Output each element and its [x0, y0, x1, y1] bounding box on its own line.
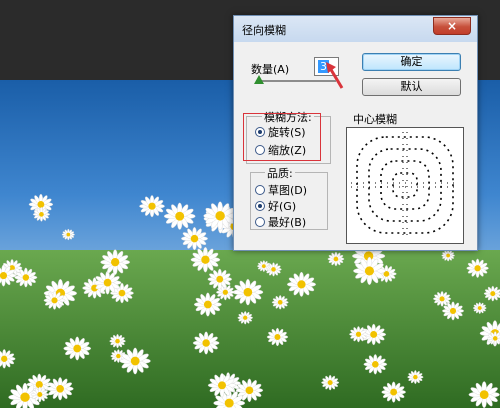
daisy-flower: [163, 202, 196, 230]
daisy-flower: [61, 228, 75, 241]
close-icon: ×: [446, 19, 458, 33]
radio-good[interactable]: [255, 201, 265, 211]
method-zoom-label: 缩放(Z): [268, 144, 307, 157]
quality-option-draft[interactable]: 草图(D): [255, 182, 308, 197]
quality-good-label: 好(G): [268, 200, 297, 213]
ok-button[interactable]: 确定: [362, 53, 461, 71]
amount-slider-track[interactable]: [256, 80, 336, 82]
method-option-zoom[interactable]: 缩放(Z): [255, 142, 307, 157]
method-option-spin[interactable]: 旋转(S): [255, 124, 306, 139]
daisy-flower: [181, 227, 208, 251]
dialog-title: 径向模糊: [242, 24, 286, 37]
radio-draft[interactable]: [255, 185, 265, 195]
method-spin-label: 旋转(S): [268, 126, 306, 139]
quality-option-best[interactable]: 最好(B): [255, 214, 307, 229]
quality-best-label: 最好(B): [268, 216, 307, 229]
blur-pattern: [351, 132, 459, 239]
quality-legend: 品质:: [265, 165, 295, 181]
close-button[interactable]: ×: [433, 17, 471, 35]
radio-zoom[interactable]: [255, 145, 265, 155]
title-bar[interactable]: 径向模糊 ×: [234, 16, 477, 42]
red-arrow-icon: [326, 62, 344, 89]
center-blur-label: 中心模糊: [353, 113, 397, 126]
quality-option-good[interactable]: 好(G): [255, 198, 297, 213]
quality-draft-label: 草图(D): [268, 184, 308, 197]
radio-spin[interactable]: [255, 127, 265, 137]
daisy-flower: [139, 195, 165, 218]
radio-best[interactable]: [255, 217, 265, 227]
center-blur-preview[interactable]: [346, 127, 464, 244]
radial-blur-dialog: 径向模糊 × 数量(A) 3 确定 默认 模糊方法: 旋转(S) 缩放(Z) 品…: [233, 15, 478, 251]
default-button[interactable]: 默认: [362, 78, 461, 96]
slider-thumb-icon[interactable]: [254, 75, 265, 84]
